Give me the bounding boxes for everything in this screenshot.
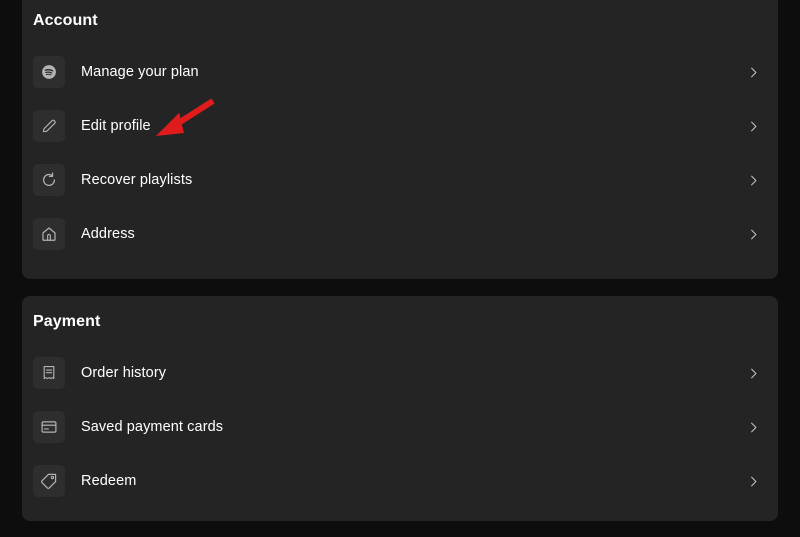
settings-row-order-history[interactable]: Order history	[22, 346, 778, 400]
restore-circular-arrow-icon	[33, 164, 65, 196]
receipt-icon	[33, 357, 65, 389]
payment-section-panel: Payment Order history Saved payment card…	[22, 296, 778, 521]
chevron-right-icon	[746, 227, 760, 241]
chevron-right-icon	[746, 474, 760, 488]
settings-row-manage-your-plan[interactable]: Manage your plan	[22, 45, 778, 99]
settings-page: Account Manage your plan Edit profile Re…	[0, 0, 800, 537]
chevron-right-icon	[746, 173, 760, 187]
spotify-icon	[33, 56, 65, 88]
settings-row-saved-payment-cards[interactable]: Saved payment cards	[22, 400, 778, 454]
chevron-right-icon	[746, 65, 760, 79]
settings-row-recover-playlists[interactable]: Recover playlists	[22, 153, 778, 207]
account-section-panel: Account Manage your plan Edit profile Re…	[22, 0, 778, 279]
settings-row-label: Recover playlists	[81, 172, 193, 188]
account-section-rows: Manage your plan Edit profile Recover pl…	[22, 45, 778, 261]
settings-row-label: Address	[81, 226, 135, 242]
chevron-right-icon	[746, 119, 760, 133]
tag-icon	[33, 465, 65, 497]
settings-row-redeem[interactable]: Redeem	[22, 454, 778, 508]
settings-row-label: Redeem	[81, 473, 137, 489]
chevron-right-icon	[746, 420, 760, 434]
pencil-icon	[33, 110, 65, 142]
account-section-title: Account	[33, 12, 98, 29]
payment-section-rows: Order history Saved payment cards Redeem	[22, 346, 778, 508]
credit-card-icon	[33, 411, 65, 443]
home-icon	[33, 218, 65, 250]
settings-row-label: Edit profile	[81, 118, 151, 134]
settings-row-label: Manage your plan	[81, 64, 199, 80]
settings-row-edit-profile[interactable]: Edit profile	[22, 99, 778, 153]
settings-row-label: Saved payment cards	[81, 419, 224, 435]
settings-row-address[interactable]: Address	[22, 207, 778, 261]
chevron-right-icon	[746, 366, 760, 380]
payment-section-title: Payment	[33, 313, 101, 330]
settings-row-label: Order history	[81, 365, 167, 381]
